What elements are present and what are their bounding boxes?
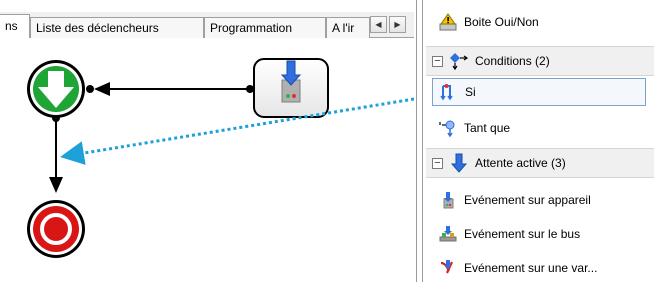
toolbox-panel: Boite Oui/Non − Conditions (2) Si Tant q…: [426, 0, 654, 282]
tab-scroll-buttons: ◀ ▶: [370, 16, 406, 33]
collapse-toggle[interactable]: −: [432, 55, 443, 67]
chevron-left-icon[interactable]: ◀: [370, 16, 387, 33]
bus-event-icon: [438, 224, 458, 244]
end-node[interactable]: [27, 200, 85, 258]
connector-dot: [246, 85, 254, 93]
toolbox-item-if[interactable]: Si: [432, 78, 646, 106]
tab-trigger-list[interactable]: Liste des déclencheurs: [30, 17, 204, 38]
device-event-block[interactable]: [253, 58, 329, 118]
conditions-icon: [449, 51, 469, 71]
if-icon: [439, 82, 459, 102]
flow-canvas[interactable]: [0, 39, 414, 282]
group-active-wait-header[interactable]: − Attente active (3): [426, 148, 654, 178]
tab-actions[interactable]: ns: [0, 14, 30, 38]
active-wait-icon: [449, 153, 469, 173]
start-node[interactable]: [27, 60, 85, 118]
variable-event-icon: [438, 258, 458, 278]
tab-strip: ns Liste des déclencheurs Programmation …: [0, 12, 414, 38]
toolbox-item-message-box[interactable]: Boite Oui/Non: [432, 8, 646, 36]
program-editor-pane: ns Liste des déclencheurs Programmation …: [0, 0, 414, 282]
toolbox-item-while[interactable]: Tant que: [432, 114, 646, 142]
chevron-right-icon[interactable]: ▶: [389, 16, 406, 33]
tab-programming[interactable]: Programmation: [204, 17, 326, 38]
connector-dot: [86, 85, 94, 93]
while-icon: [438, 118, 458, 138]
tab-partial[interactable]: A l'ir: [326, 17, 370, 38]
collapse-toggle[interactable]: −: [432, 157, 443, 169]
toolbox-item-bus-event[interactable]: Evénement sur le bus: [432, 220, 646, 248]
toolbox-item-variable-event[interactable]: Evénement sur une var...: [432, 254, 646, 282]
pane-splitter[interactable]: [414, 0, 426, 282]
device-event-icon: [438, 190, 458, 210]
toolbox-item-device-event[interactable]: Evénement sur appareil: [432, 186, 646, 214]
message-box-icon: [438, 12, 458, 32]
group-conditions-header[interactable]: − Conditions (2): [426, 46, 654, 76]
drag-indicator: [60, 97, 414, 165]
